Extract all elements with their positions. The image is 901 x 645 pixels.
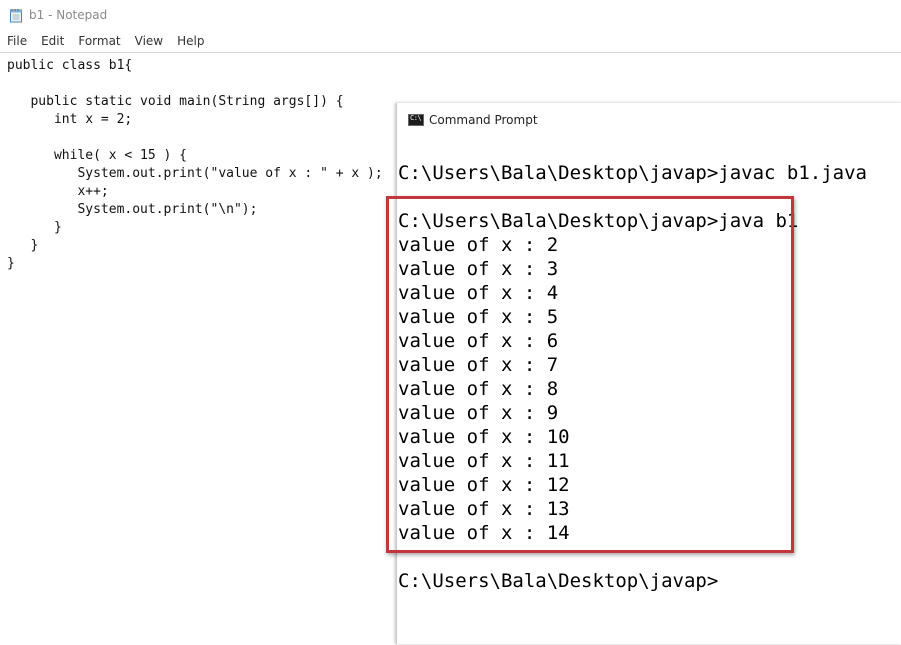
- code-line: while( x < 15 ) {: [7, 148, 188, 163]
- menu-edit[interactable]: Edit: [34, 32, 71, 52]
- cmd-output-line: C:\Users\Bala\Desktop\javap>javac b1.jav…: [398, 162, 867, 184]
- cmd-titlebar[interactable]: C:\ Command Prompt: [397, 103, 901, 137]
- cmd-output-line: C:\Users\Bala\Desktop\javap>java b1: [398, 210, 799, 232]
- menu-format[interactable]: Format: [71, 32, 127, 52]
- cmd-output-line: value of x : 8: [398, 378, 559, 400]
- notepad-titlebar[interactable]: b1 - Notepad: [0, 0, 901, 30]
- cmd-output-line: value of x : 7: [398, 354, 559, 376]
- notepad-title: b1 - Notepad: [29, 8, 108, 22]
- code-line: System.out.print("value of x : " + x );: [7, 166, 383, 181]
- cmd-output-line: value of x : 12: [398, 474, 570, 496]
- cmd-output-line: value of x : 4: [398, 282, 559, 304]
- code-line: }: [7, 220, 62, 235]
- code-line: x++;: [7, 184, 109, 199]
- code-text[interactable]: public class b1{ public static void main…: [7, 57, 383, 273]
- cmd-output-line: [398, 185, 867, 209]
- cmd-output[interactable]: C:\Users\Bala\Desktop\javap>javac b1.jav…: [398, 161, 867, 593]
- cmd-title: Command Prompt: [429, 113, 538, 127]
- cmd-output-line: value of x : 9: [398, 402, 559, 424]
- cmd-output-line: value of x : 14: [398, 522, 570, 544]
- cmd-output-line: [398, 545, 867, 569]
- cmd-output-line: value of x : 13: [398, 498, 570, 520]
- code-line: int x = 2;: [7, 112, 133, 127]
- code-line: }: [7, 238, 39, 253]
- menu-file[interactable]: File: [0, 32, 34, 52]
- code-line: public static void main(String args[]) {: [7, 94, 344, 109]
- cmd-output-line: value of x : 5: [398, 306, 559, 328]
- code-line: System.out.print("\n");: [7, 202, 258, 217]
- code-line: public class b1{: [7, 58, 133, 73]
- cmd-output-line: value of x : 10: [398, 426, 570, 448]
- cmd-output-line: value of x : 2: [398, 234, 559, 256]
- cmd-output-line: C:\Users\Bala\Desktop\javap>: [398, 570, 719, 592]
- notepad-menubar: File Edit Format View Help: [0, 32, 901, 52]
- cmd-icon: C:\: [408, 114, 424, 126]
- cmd-output-line: value of x : 3: [398, 258, 559, 280]
- menu-help[interactable]: Help: [170, 32, 211, 52]
- command-prompt-window[interactable]: C:\ Command Prompt C:\Users\Bala\Desktop…: [396, 103, 901, 644]
- notepad-icon: [10, 9, 22, 23]
- cmd-output-line: value of x : 6: [398, 330, 559, 352]
- code-line: }: [7, 256, 15, 271]
- menu-view[interactable]: View: [128, 32, 170, 52]
- cmd-output-line: value of x : 11: [398, 450, 570, 472]
